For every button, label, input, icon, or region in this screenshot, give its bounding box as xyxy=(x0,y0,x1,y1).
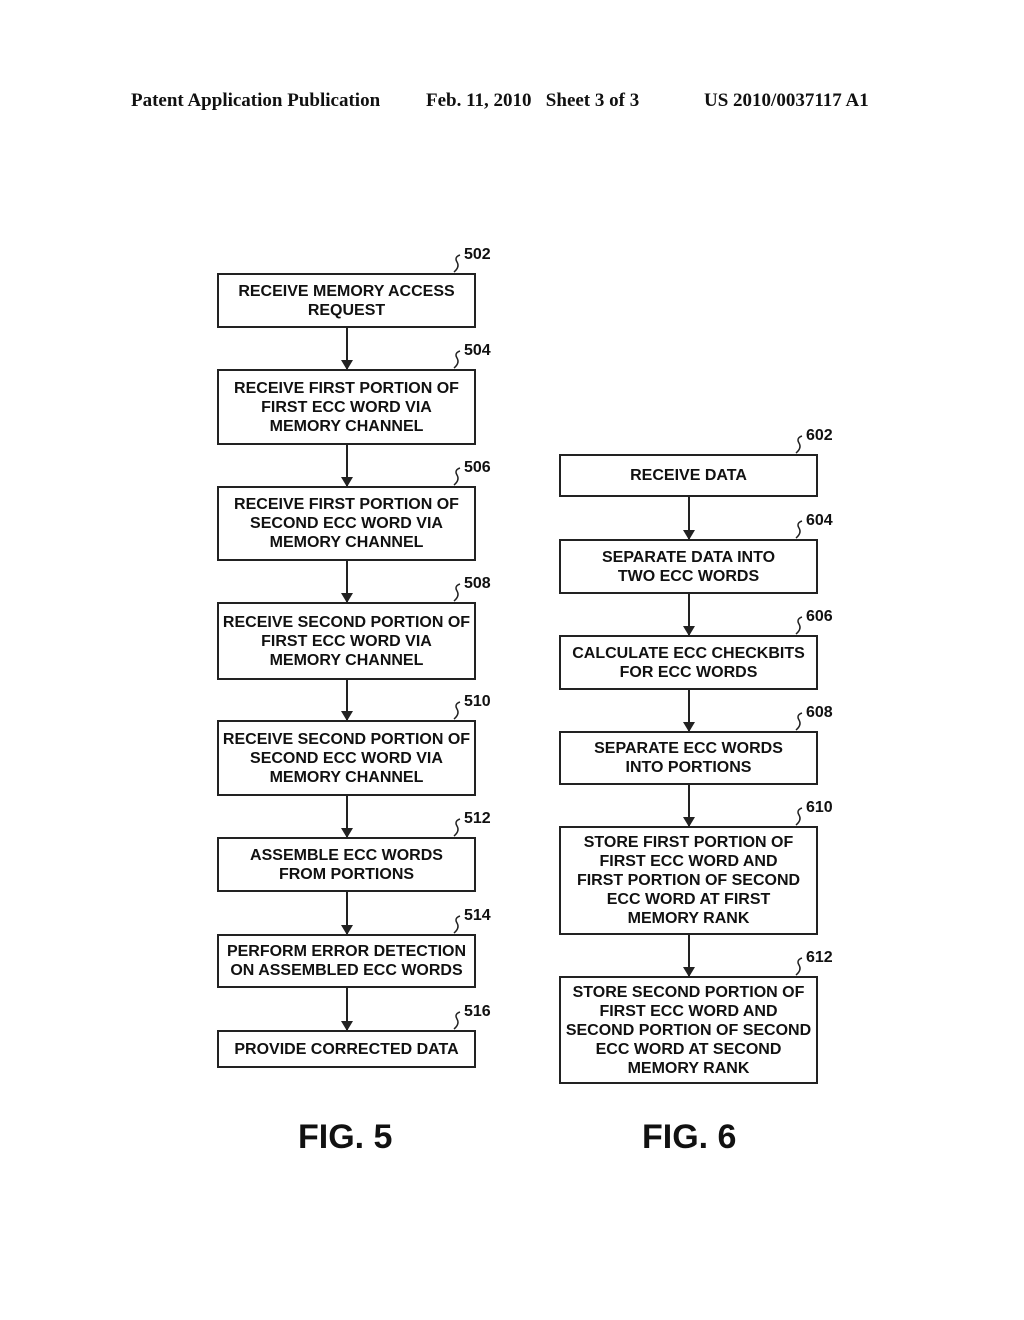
leader-line-icon xyxy=(795,520,803,539)
fig6-step-box: RECEIVE DATA xyxy=(559,454,818,497)
fig5-step-box: RECEIVE SECOND PORTION OF SECOND ECC WOR… xyxy=(217,720,476,796)
step-ref-number: 516 xyxy=(464,1003,491,1020)
step-ref-number: 602 xyxy=(806,427,833,444)
leader-line-icon xyxy=(795,712,803,731)
flow-arrow xyxy=(682,594,695,636)
fig5-step-box: RECEIVE FIRST PORTION OF FIRST ECC WORD … xyxy=(217,369,476,445)
fig5-step-box: PROVIDE CORRECTED DATA xyxy=(217,1030,476,1068)
step-text: RECEIVE DATA xyxy=(630,467,747,484)
leader-line-icon xyxy=(453,467,461,486)
leader-line-icon xyxy=(453,350,461,369)
fig5-step-box: RECEIVE MEMORY ACCESS REQUEST xyxy=(217,273,476,328)
leader-line-icon xyxy=(453,915,461,934)
step-text: PROVIDE CORRECTED DATA xyxy=(234,1040,459,1058)
step-text: RECEIVE SECOND PORTION OF SECOND ECC WOR… xyxy=(222,730,471,786)
flow-arrow xyxy=(682,935,695,977)
step-text: RECEIVE FIRST PORTION OF SECOND ECC WORD… xyxy=(234,496,459,551)
fig6-step-box: SEPARATE ECC WORDS INTO PORTIONS xyxy=(559,731,818,785)
flow-arrow xyxy=(682,785,695,827)
fig6-step-box: STORE FIRST PORTION OF FIRST ECC WORD AN… xyxy=(559,826,818,935)
step-text: STORE SECOND PORTION OF FIRST ECC WORD A… xyxy=(565,983,812,1077)
fig6-label: FIG. 6 xyxy=(642,1118,737,1156)
leader-line-icon xyxy=(795,807,803,826)
leader-line-icon xyxy=(453,583,461,602)
flow-arrow xyxy=(340,445,353,487)
step-text: RECEIVE MEMORY ACCESS REQUEST xyxy=(238,282,455,319)
step-text: SEPARATE ECC WORDS INTO PORTIONS xyxy=(594,740,783,776)
step-ref-number: 606 xyxy=(806,608,833,625)
step-text: SEPARATE DATA INTO TWO ECC WORDS xyxy=(601,548,776,585)
leader-line-icon xyxy=(795,435,803,454)
fig6-step-box: SEPARATE DATA INTO TWO ECC WORDS xyxy=(559,539,818,594)
fig5-step-box: ASSEMBLE ECC WORDS FROM PORTIONS xyxy=(217,837,476,892)
step-ref-number: 510 xyxy=(464,693,491,710)
step-text: CALCULATE ECC CHECKBITS FOR ECC WORDS xyxy=(572,644,805,681)
step-ref-number: 508 xyxy=(464,575,491,592)
flow-arrow xyxy=(340,680,353,721)
step-ref-number: 604 xyxy=(806,512,833,529)
fig5-step-box: RECEIVE FIRST PORTION OF SECOND ECC WORD… xyxy=(217,486,476,561)
flow-arrow xyxy=(340,796,353,838)
fig5-label: FIG. 5 xyxy=(298,1118,393,1156)
flow-arrow xyxy=(682,497,695,540)
step-text: ASSEMBLE ECC WORDS FROM PORTIONS xyxy=(250,846,443,883)
flow-arrow xyxy=(340,892,353,935)
fig6-step-box: STORE SECOND PORTION OF FIRST ECC WORD A… xyxy=(559,976,818,1084)
flow-arrow xyxy=(682,690,695,732)
leader-line-icon xyxy=(795,957,803,976)
leader-line-icon xyxy=(453,1011,461,1030)
step-ref-number: 610 xyxy=(806,799,833,816)
flow-arrow xyxy=(340,561,353,603)
fig6-step-box: CALCULATE ECC CHECKBITS FOR ECC WORDS xyxy=(559,635,818,690)
step-ref-number: 514 xyxy=(464,907,491,924)
step-ref-number: 612 xyxy=(806,949,833,966)
step-ref-number: 504 xyxy=(464,342,491,359)
publication-title: Patent Application Publication xyxy=(131,90,381,111)
publication-date-sheet: Feb. 11, 2010 Sheet 3 of 3 xyxy=(426,90,640,111)
leader-line-icon xyxy=(453,701,461,720)
fig5-step-box: PERFORM ERROR DETECTION ON ASSEMBLED ECC… xyxy=(217,934,476,988)
leader-line-icon xyxy=(453,254,461,273)
flow-arrow xyxy=(340,988,353,1031)
flow-arrow xyxy=(340,328,353,370)
step-text: RECEIVE FIRST PORTION OF FIRST ECC WORD … xyxy=(234,379,459,435)
step-text: STORE FIRST PORTION OF FIRST ECC WORD AN… xyxy=(576,834,801,927)
publication-number: US 2010/0037117 A1 xyxy=(704,90,869,111)
fig5-step-box: RECEIVE SECOND PORTION OF FIRST ECC WORD… xyxy=(217,602,476,680)
step-text: PERFORM ERROR DETECTION ON ASSEMBLED ECC… xyxy=(226,943,467,979)
leader-line-icon xyxy=(453,818,461,837)
step-ref-number: 506 xyxy=(464,459,491,476)
step-ref-number: 512 xyxy=(464,810,491,827)
step-ref-number: 502 xyxy=(464,246,491,263)
leader-line-icon xyxy=(795,616,803,635)
step-ref-number: 608 xyxy=(806,704,833,721)
step-text: RECEIVE SECOND PORTION OF FIRST ECC WORD… xyxy=(222,613,471,669)
